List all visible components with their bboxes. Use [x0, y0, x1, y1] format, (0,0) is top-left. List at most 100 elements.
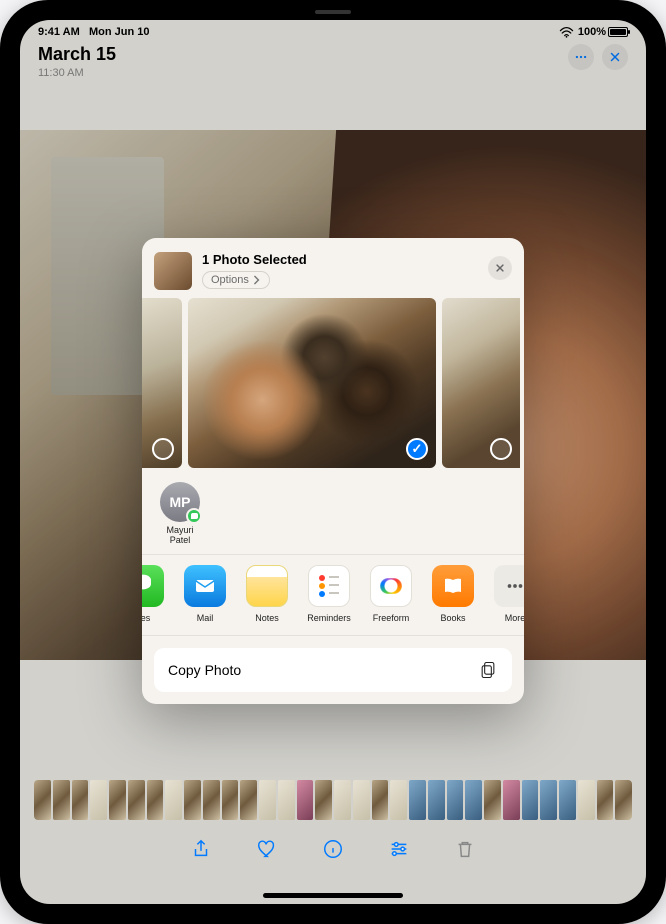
- more-button[interactable]: [568, 44, 594, 70]
- sliders-icon: [388, 838, 410, 860]
- more-icon: [494, 565, 524, 607]
- thumb[interactable]: [278, 780, 295, 820]
- thumb[interactable]: [540, 780, 557, 820]
- app-more[interactable]: More: [486, 565, 524, 623]
- ellipsis-icon: [574, 50, 588, 64]
- share-icon: [190, 838, 212, 860]
- thumb[interactable]: [203, 780, 220, 820]
- app-mail[interactable]: Mail: [176, 565, 234, 623]
- thumb[interactable]: [34, 780, 51, 820]
- share-photo-option[interactable]: [142, 298, 182, 468]
- share-button[interactable]: [186, 834, 216, 864]
- app-label: Freeform: [373, 613, 410, 623]
- thumb[interactable]: [90, 780, 107, 820]
- bottom-toolbar: [20, 828, 646, 870]
- app-reminders[interactable]: Reminders: [300, 565, 358, 623]
- selection-indicator[interactable]: [152, 438, 174, 460]
- app-label: ges: [142, 613, 150, 623]
- books-icon: [432, 565, 474, 607]
- thumb[interactable]: [615, 780, 632, 820]
- contact-name: Mayuri Patel: [156, 526, 204, 546]
- thumb[interactable]: [390, 780, 407, 820]
- page-subtitle: 11:30 AM: [38, 67, 116, 79]
- info-button[interactable]: [318, 834, 348, 864]
- thumb[interactable]: [334, 780, 351, 820]
- share-header: 1 Photo Selected Options: [142, 248, 524, 298]
- thumb[interactable]: [522, 780, 539, 820]
- share-close-button[interactable]: [488, 256, 512, 280]
- app-label: Reminders: [307, 613, 351, 623]
- app-notes[interactable]: Notes: [238, 565, 296, 623]
- thumb[interactable]: [240, 780, 257, 820]
- app-label: Notes: [255, 613, 279, 623]
- thumbnail-filmstrip[interactable]: [34, 780, 632, 820]
- share-sheet: 1 Photo Selected Options: [142, 238, 524, 704]
- favorite-button[interactable]: [252, 834, 282, 864]
- thumb[interactable]: [597, 780, 614, 820]
- thumb[interactable]: [409, 780, 426, 820]
- thumb[interactable]: [503, 780, 520, 820]
- notes-icon: [246, 565, 288, 607]
- adjust-button[interactable]: [384, 834, 414, 864]
- thumb[interactable]: [147, 780, 164, 820]
- thumb[interactable]: [465, 780, 482, 820]
- thumb[interactable]: [259, 780, 276, 820]
- app-label: Mail: [197, 613, 214, 623]
- screen: 9:41 AM Mon Jun 10 100% March 15 11:30 A…: [20, 20, 646, 904]
- trash-icon: [454, 838, 476, 860]
- page-title: March 15: [38, 44, 116, 65]
- app-messages[interactable]: ges: [142, 565, 172, 623]
- thumb[interactable]: [165, 780, 182, 820]
- avatar: MP: [160, 482, 200, 522]
- app-books[interactable]: Books: [424, 565, 482, 623]
- thumb[interactable]: [559, 780, 576, 820]
- thumb[interactable]: [484, 780, 501, 820]
- messages-badge-icon: [186, 508, 202, 524]
- heart-icon: [256, 838, 278, 860]
- status-bar: 9:41 AM Mon Jun 10 100%: [20, 20, 646, 38]
- thumb[interactable]: [222, 780, 239, 820]
- share-photo-option[interactable]: [188, 298, 436, 468]
- mail-icon: [184, 565, 226, 607]
- thumb[interactable]: [578, 780, 595, 820]
- thumb[interactable]: [353, 780, 370, 820]
- share-preview-thumb: [154, 252, 192, 290]
- share-title: 1 Photo Selected: [202, 252, 512, 267]
- app-label: Books: [440, 613, 465, 623]
- selection-indicator[interactable]: [490, 438, 512, 460]
- copy-photo-action[interactable]: Copy Photo: [154, 648, 512, 692]
- thumb[interactable]: [447, 780, 464, 820]
- close-button[interactable]: [602, 44, 628, 70]
- thumb[interactable]: [184, 780, 201, 820]
- wifi-icon: [559, 27, 574, 38]
- share-options-button[interactable]: Options: [202, 271, 270, 289]
- freeform-icon: [370, 565, 412, 607]
- thumb[interactable]: [315, 780, 332, 820]
- contact-suggestion[interactable]: MP Mayuri Patel: [156, 482, 204, 546]
- messages-icon: [142, 565, 164, 607]
- copy-icon: [478, 660, 498, 680]
- battery-icon: [608, 27, 628, 37]
- share-options-label: Options: [211, 274, 249, 286]
- camera-notch: [315, 10, 351, 14]
- share-contacts-row: MP Mayuri Patel: [142, 476, 524, 555]
- close-icon: [495, 263, 505, 273]
- thumb[interactable]: [372, 780, 389, 820]
- thumb[interactable]: [428, 780, 445, 820]
- delete-button[interactable]: [450, 834, 480, 864]
- thumb[interactable]: [72, 780, 89, 820]
- thumb[interactable]: [53, 780, 70, 820]
- thumb[interactable]: [297, 780, 314, 820]
- app-freeform[interactable]: Freeform: [362, 565, 420, 623]
- home-indicator[interactable]: [263, 893, 403, 898]
- status-right: 100%: [559, 26, 628, 38]
- share-photo-option[interactable]: [442, 298, 520, 468]
- share-apps-row[interactable]: ges Mail Notes Reminders: [142, 555, 524, 636]
- thumb[interactable]: [109, 780, 126, 820]
- share-photo-strip[interactable]: [142, 298, 524, 476]
- thumb[interactable]: [128, 780, 145, 820]
- close-icon: [609, 51, 621, 63]
- selection-indicator-checked[interactable]: [406, 438, 428, 460]
- status-left: 9:41 AM Mon Jun 10: [38, 26, 149, 38]
- app-label: More: [505, 613, 524, 623]
